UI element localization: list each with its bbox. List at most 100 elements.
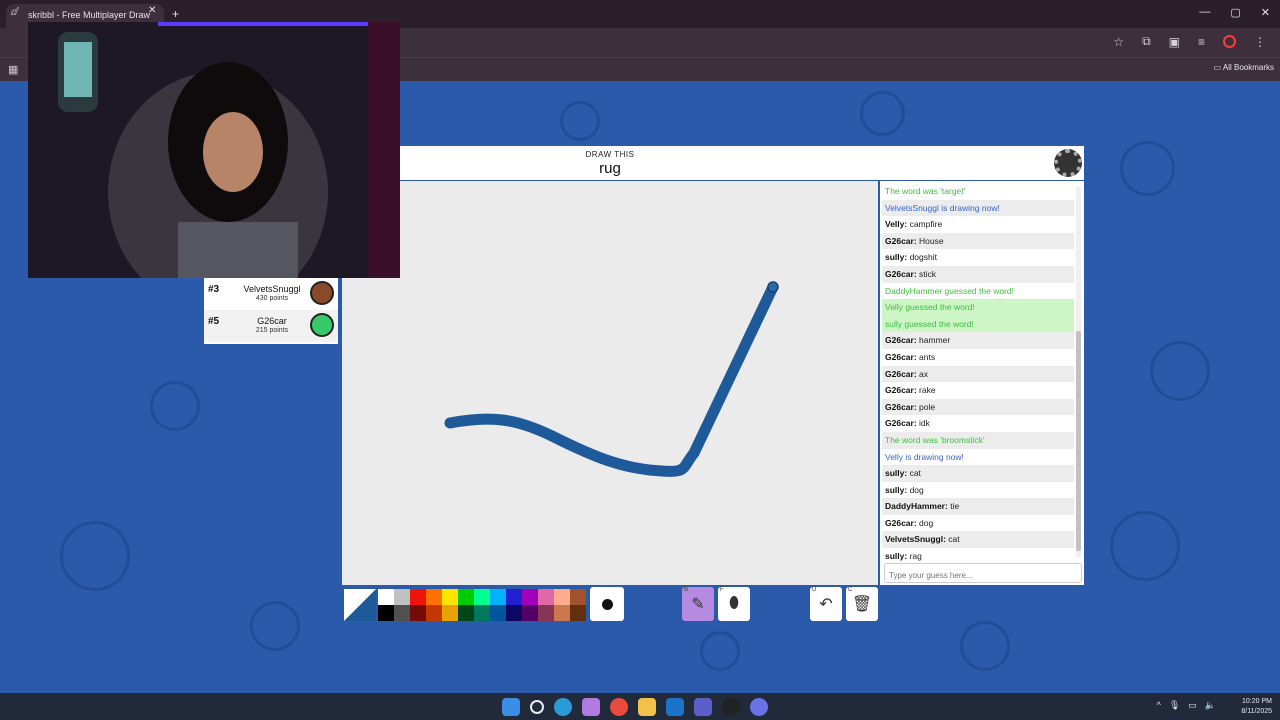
chat-message: G26car: House (882, 232, 1074, 250)
search-icon[interactable] (530, 700, 544, 714)
edge-icon[interactable] (554, 698, 572, 716)
chat-message: G26car: hammer (882, 332, 1074, 349)
pencil-icon: ✎ (691, 596, 705, 613)
microphone-icon[interactable]: 🎙 (1169, 700, 1180, 711)
tab-close-button[interactable]: ✕ (148, 5, 156, 16)
color-swatch[interactable] (474, 605, 490, 621)
toolbar-icons: ☆ ⧉ ▣ ≡ ⋮ (1113, 34, 1266, 49)
player-row: #3 VelvetsSnuggl 430 points (204, 278, 338, 310)
chat-panel: The word was 'target' VelvetsSnuggl is dr… (880, 181, 1084, 585)
teams-icon[interactable] (694, 698, 712, 716)
chevron-up-icon[interactable]: ^ (1157, 700, 1161, 711)
chat-scroll-thumb[interactable] (1076, 331, 1081, 551)
player-points: 215 points (255, 327, 289, 334)
color-swatch[interactable] (506, 589, 522, 605)
window-controls: — ▢ ✕ (1199, 6, 1270, 19)
discord-icon[interactable] (750, 698, 768, 716)
chat-text: stick (916, 268, 937, 279)
new-tab-button[interactable]: + (172, 7, 179, 21)
chat-messages: The word was 'target' VelvetsSnuggl is dr… (882, 183, 1074, 561)
color-swatch[interactable] (426, 589, 442, 605)
drawing-canvas[interactable] (342, 181, 878, 585)
chat-message: G26car: ants (882, 349, 1074, 366)
color-swatch[interactable] (410, 589, 426, 605)
chat-text: dog (907, 484, 924, 495)
chat-text: tie (947, 501, 960, 512)
fill-tool-button[interactable]: F ⬮ (718, 587, 750, 621)
color-swatch[interactable] (490, 589, 506, 605)
color-swatch[interactable] (394, 589, 410, 605)
brush-hotkey: B (684, 587, 689, 593)
chat-username: G26car: (885, 385, 917, 396)
player-rank: #3 (208, 284, 220, 295)
chrome-icon[interactable] (610, 698, 628, 716)
color-swatch[interactable] (378, 589, 394, 605)
obs-icon[interactable] (722, 698, 740, 716)
brush-size-button[interactable] (590, 587, 624, 621)
chat-text: hammer (916, 335, 951, 346)
color-swatch[interactable] (442, 605, 458, 621)
close-window-button[interactable]: ✕ (1261, 6, 1270, 19)
favicon-icon: ⅆ (10, 7, 18, 18)
trash-icon: 🗑 (851, 596, 873, 613)
color-swatch[interactable] (522, 605, 538, 621)
color-swatch[interactable] (458, 605, 474, 621)
menu-list-icon[interactable]: ≡ (1198, 35, 1205, 49)
color-swatch[interactable] (490, 605, 506, 621)
color-swatch[interactable] (554, 605, 570, 621)
minimize-button[interactable]: — (1199, 6, 1210, 19)
star-icon[interactable]: ☆ (1113, 35, 1124, 49)
tab-title: skribbl - Free Multiplayer Draw (28, 10, 151, 20)
apps-grid-icon[interactable]: ▦ (8, 63, 18, 76)
chat-text: cat (945, 534, 960, 545)
chat-text: rag (907, 551, 922, 561)
color-swatch[interactable] (570, 605, 586, 621)
color-swatch[interactable] (554, 589, 570, 605)
color-swatch[interactable] (538, 589, 554, 605)
file-explorer-icon[interactable] (638, 698, 656, 716)
outlook-icon[interactable] (666, 698, 684, 716)
cast-icon[interactable]: ▣ (1169, 35, 1180, 49)
fill-bucket-icon: ⬮ (728, 595, 740, 612)
system-tray: ^ 🎙 ▭ 🔈 (1157, 700, 1216, 711)
player-list: #3 VelvetsSnuggl 430 points #5 G26car 21… (204, 278, 338, 344)
color-swatch[interactable] (474, 589, 490, 605)
guess-input[interactable] (884, 563, 1082, 583)
brush-tool-button[interactable]: B ✎ (682, 587, 714, 621)
copilot-icon[interactable] (582, 698, 600, 716)
color-swatch[interactable] (378, 605, 394, 621)
network-icon[interactable]: ▭ (1188, 700, 1197, 711)
chat-message: The word was 'broomstick' (882, 431, 1074, 449)
color-swatch[interactable] (410, 605, 426, 621)
player-points: 430 points (255, 295, 289, 302)
extensions-icon[interactable]: ⧉ (1142, 34, 1151, 49)
color-swatch[interactable] (570, 589, 586, 605)
color-swatch[interactable] (522, 589, 538, 605)
opera-icon[interactable] (1223, 35, 1236, 48)
chat-username: G26car: (885, 335, 917, 346)
more-menu-icon[interactable]: ⋮ (1254, 35, 1266, 49)
clear-button[interactable]: C 🗑 (846, 587, 878, 621)
color-swatch[interactable] (538, 605, 554, 621)
chat-text: campfire (907, 219, 943, 230)
color-swatch[interactable] (426, 605, 442, 621)
chat-message: VelvetsSnuggl: cat (882, 531, 1074, 549)
maximize-button[interactable]: ▢ (1230, 6, 1240, 19)
color-swatch[interactable] (458, 589, 474, 605)
player-name: G26car (257, 316, 287, 326)
chat-username: G26car: (885, 235, 917, 246)
system-clock[interactable]: 10:20 PM 8/11/2025 (1241, 697, 1272, 717)
color-swatch[interactable] (394, 605, 410, 621)
windows-start-icon[interactable] (502, 698, 520, 716)
color-swatch[interactable] (442, 589, 458, 605)
avatar (310, 281, 334, 305)
chat-text: ants (916, 351, 936, 362)
volume-icon[interactable]: 🔈 (1205, 700, 1216, 711)
all-bookmarks-button[interactable]: ▭ All Bookmarks (1214, 63, 1274, 72)
clear-hotkey: C (848, 587, 853, 593)
color-swatch[interactable] (506, 605, 522, 621)
chat-username: Velly: (885, 219, 908, 230)
gear-icon[interactable] (1054, 149, 1082, 177)
undo-button[interactable]: U ↶ (810, 587, 842, 621)
word-header: DRAW THIS rug (342, 146, 1084, 180)
